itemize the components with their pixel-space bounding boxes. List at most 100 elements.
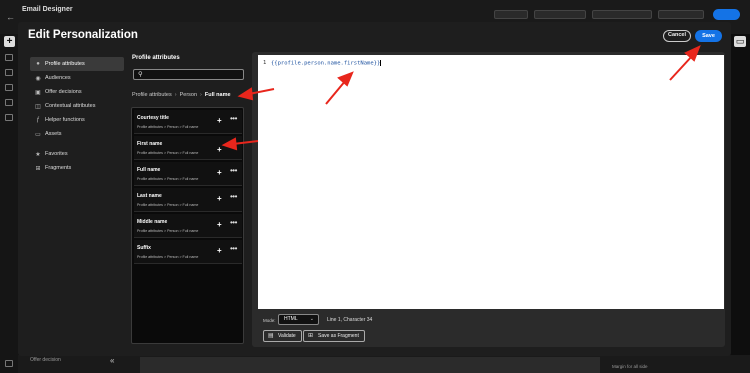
attribute-path: Profile attributes > Person > Full name <box>137 125 199 129</box>
add-icon[interactable]: + <box>217 246 222 255</box>
back-icon[interactable]: ← <box>6 12 15 22</box>
attribute-path: Profile attributes > Person > Full name <box>137 151 199 155</box>
more-icon[interactable]: ••• <box>230 114 237 123</box>
function-icon: ƒ <box>36 117 40 123</box>
save-as-fragment-button[interactable]: ⊞ Save as Fragment <box>303 330 365 342</box>
bg-canvas <box>140 357 600 373</box>
add-icon[interactable]: + <box>217 220 222 229</box>
layers-icon[interactable] <box>5 69 13 76</box>
image-icon: ▭ <box>35 131 41 138</box>
context-icon: ◫ <box>35 103 41 110</box>
settings-icon[interactable] <box>5 360 13 367</box>
person-icon: ● <box>36 61 40 67</box>
nav-helper-functions[interactable]: ƒ Helper functions <box>30 113 124 127</box>
nav-favorites[interactable]: ★ Favorites <box>30 147 124 161</box>
search-icon: ⚲ <box>138 71 143 78</box>
text-cursor <box>380 60 382 66</box>
nav-contextual-attributes[interactable]: ◫ Contextual attributes <box>30 99 124 113</box>
structure-icon[interactable] <box>5 54 13 61</box>
breadcrumb-separator: › <box>174 92 177 98</box>
add-icon[interactable]: + <box>217 145 222 154</box>
nav-fragments[interactable]: ⊞ Fragments <box>30 161 124 175</box>
breadcrumb-item[interactable]: Person <box>180 92 197 98</box>
attribute-name: First name <box>137 141 163 147</box>
more-icon[interactable]: ••• <box>230 218 237 227</box>
collapse-panel-icon[interactable]: « <box>110 356 114 365</box>
validate-label: Validate <box>278 333 296 339</box>
cancel-button[interactable]: Cancel <box>663 30 691 42</box>
attribute-card-last-name[interactable]: Last name Profile attributes > Person > … <box>134 188 242 212</box>
validate-button[interactable]: ▤ Validate <box>263 330 302 342</box>
attribute-name: Full name <box>137 167 161 173</box>
right-panel-button[interactable]: ▭ <box>734 36 746 47</box>
breadcrumb: Profile attributes › Person › Full name <box>132 92 231 98</box>
offer-decision-label: Offer decision <box>30 357 61 363</box>
breadcrumb-separator: › <box>200 92 202 98</box>
assets-icon[interactable] <box>5 114 13 121</box>
attribute-card-first-name[interactable]: First name Profile attributes > Person >… <box>134 136 242 160</box>
bg-toolbar-control <box>494 10 528 19</box>
nav-assets[interactable]: ▭ Assets <box>30 127 124 141</box>
attribute-name: Suffix <box>137 245 151 251</box>
attribute-path: Profile attributes > Person > Full name <box>137 177 199 181</box>
add-icon[interactable]: + <box>4 36 15 47</box>
attribute-card-courtesy-title[interactable]: Courtesy title Profile attributes > Pers… <box>134 110 242 134</box>
nav-item-label: Contextual attributes <box>45 103 96 109</box>
more-icon[interactable]: ••• <box>230 192 237 201</box>
attribute-path: Profile attributes > Person > Full name <box>137 255 199 259</box>
stack-icon[interactable] <box>5 84 13 91</box>
attribute-card-middle-name[interactable]: Middle name Profile attributes > Person … <box>134 214 242 238</box>
chevron-down-icon: ⌄ <box>309 316 314 322</box>
nav-item-label: Profile attributes <box>45 61 85 67</box>
cursor-status: Line 1, Character 34 <box>327 317 373 323</box>
attribute-name: Last name <box>137 193 162 199</box>
link-icon[interactable] <box>5 99 13 106</box>
nav-offer-decisions[interactable]: ▣ Offer decisions <box>30 85 124 99</box>
nav-item-label: Helper functions <box>45 117 85 123</box>
margin-label: Margin for all side <box>612 364 648 369</box>
bg-toolbar-control <box>534 10 586 19</box>
dialog-title: Edit Personalization <box>28 29 138 41</box>
code-text: {{profile.person.name.firstName}} <box>271 60 381 67</box>
more-icon[interactable]: ••• <box>230 244 237 253</box>
attribute-name: Courtesy title <box>137 115 169 121</box>
star-icon: ★ <box>35 151 41 158</box>
nav-audiences[interactable]: ◉ Audiences <box>30 71 124 85</box>
nav-item-label: Fragments <box>45 165 72 171</box>
code-editor[interactable] <box>258 55 724 309</box>
bg-toolbar-control <box>658 10 704 19</box>
save-fragment-label: Save as Fragment <box>318 333 359 339</box>
fragment-icon: ⊞ <box>35 165 41 172</box>
attribute-card-suffix[interactable]: Suffix Profile attributes > Person > Ful… <box>134 240 242 264</box>
edit-personalization-dialog: Edit Personalization Cancel Save ● Profi… <box>18 22 731 365</box>
bg-toolbar-control <box>592 10 652 19</box>
nav-profile-attributes[interactable]: ● Profile attributes <box>30 57 124 71</box>
attribute-path: Profile attributes > Person > Full name <box>137 229 199 233</box>
breadcrumb-item[interactable]: Profile attributes <box>132 92 172 98</box>
attributes-heading: Profile attributes <box>132 55 180 61</box>
nav-item-label: Audiences <box>45 75 71 81</box>
fragment-icon: ⊞ <box>308 333 314 339</box>
mode-select[interactable]: HTML ⌄ <box>278 314 319 325</box>
attribute-path: Profile attributes > Person > Full name <box>137 203 199 207</box>
save-button[interactable]: Save <box>695 30 722 42</box>
attribute-card-full-name[interactable]: Full name Profile attributes > Person > … <box>134 162 242 186</box>
nav-item-label: Offer decisions <box>45 89 82 95</box>
attribute-search-input[interactable]: ⚲ <box>133 69 244 80</box>
mode-value: HTML <box>284 316 298 322</box>
validate-icon: ▤ <box>268 333 274 339</box>
breadcrumb-current: Full name <box>204 92 231 98</box>
nav-item-label: Favorites <box>45 151 68 157</box>
attribute-list: Courtesy title Profile attributes > Pers… <box>131 107 244 344</box>
category-nav: ● Profile attributes ◉ Audiences ▣ Offer… <box>30 57 124 175</box>
add-icon[interactable]: + <box>217 168 222 177</box>
add-icon[interactable]: + <box>217 194 222 203</box>
app-title: Email Designer <box>22 6 73 13</box>
nav-item-label: Assets <box>45 131 62 137</box>
attribute-name: Middle name <box>137 219 168 225</box>
line-number: 1 <box>263 60 267 66</box>
code-line[interactable]: {{profile.person.name.firstName}} <box>271 60 382 67</box>
add-icon[interactable]: + <box>217 116 222 125</box>
more-icon[interactable]: ••• <box>230 166 237 175</box>
mode-label: Mode: <box>263 318 276 323</box>
